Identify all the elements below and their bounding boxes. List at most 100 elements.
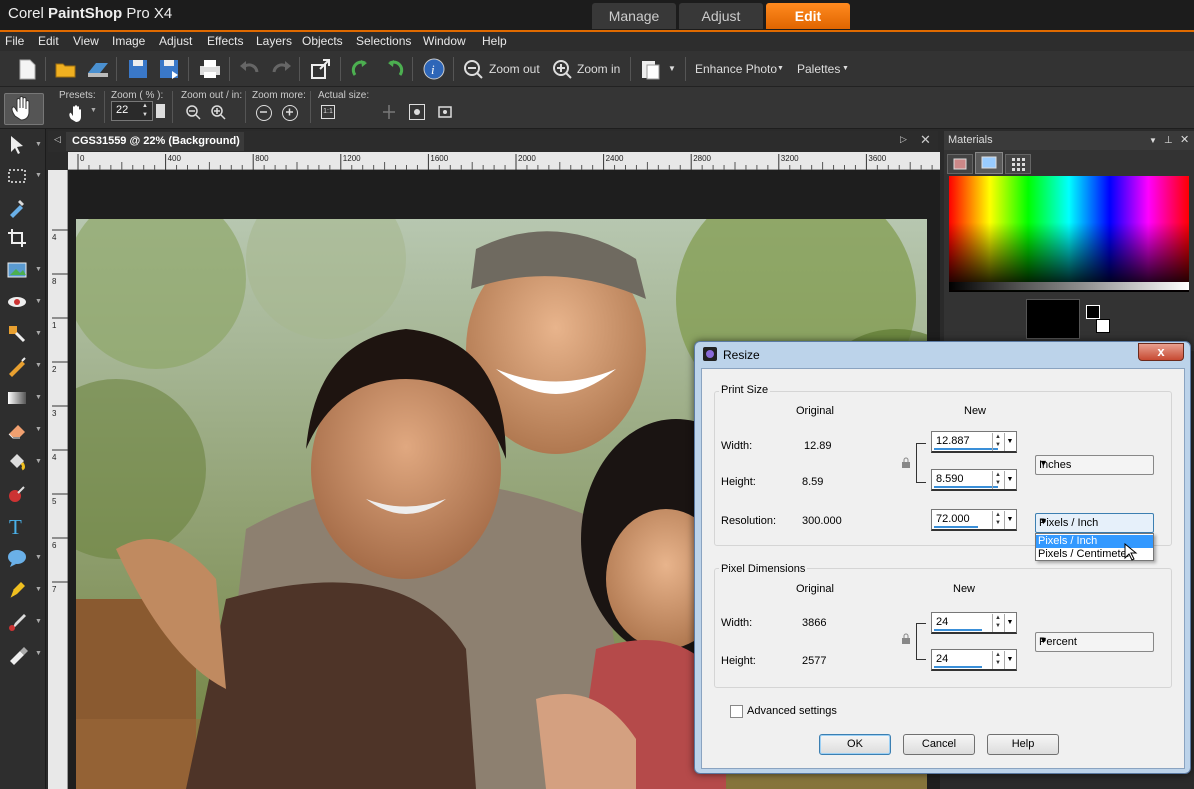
menu-window[interactable]: Window xyxy=(423,34,466,48)
zoom-more-out-icon[interactable] xyxy=(256,105,272,121)
pixel-width-input[interactable]: 24 ▲ ▼ ▼ xyxy=(931,612,1017,634)
zoom-more-in-icon[interactable] xyxy=(282,105,298,121)
foreground-small-swatch[interactable] xyxy=(1086,305,1100,319)
palettes-menu[interactable]: Palettes xyxy=(797,62,840,76)
pixel-height-input[interactable]: 24 ▲ ▼ ▼ xyxy=(931,649,1017,671)
selection-tool-icon[interactable] xyxy=(6,165,28,187)
menu-help[interactable]: Help xyxy=(482,34,507,48)
close-button[interactable]: x xyxy=(1138,343,1184,361)
menu-layers[interactable]: Layers xyxy=(256,34,292,48)
preset-hand-icon[interactable] xyxy=(66,104,90,122)
save-icon[interactable] xyxy=(125,57,151,81)
rotate-right-icon[interactable] xyxy=(380,57,406,81)
clone-brush-icon[interactable] xyxy=(6,323,28,345)
menu-view[interactable]: View xyxy=(73,34,99,48)
zoom-in-label[interactable]: Zoom in xyxy=(577,62,620,76)
chevron-down-icon: ▼ xyxy=(35,458,42,465)
menu-image[interactable]: Image xyxy=(112,34,145,48)
pen-tool-icon[interactable] xyxy=(6,579,28,601)
chevron-down-icon: ▼ xyxy=(35,298,42,305)
pin-icon[interactable]: ⊥ xyxy=(1164,131,1173,150)
menu-adjust[interactable]: Adjust xyxy=(159,34,192,48)
red-eye-icon[interactable] xyxy=(6,291,28,313)
resolution-units-dropdown[interactable]: Pixels / Inch ▼ xyxy=(1035,513,1154,533)
zoom-in-small-icon[interactable] xyxy=(210,104,226,123)
dropper-icon[interactable] xyxy=(6,196,28,218)
ok-button[interactable]: OK xyxy=(819,734,891,755)
open-folder-icon[interactable] xyxy=(53,57,79,81)
crop-tool-icon[interactable] xyxy=(6,227,28,249)
tab-scroll-left-icon[interactable]: ◁ xyxy=(54,134,61,145)
new-file-icon[interactable] xyxy=(14,57,40,81)
zoom-out-label[interactable]: Zoom out xyxy=(489,62,540,76)
app-title: Corel PaintShop Pro X4 xyxy=(8,5,173,22)
tab-edit[interactable]: Edit xyxy=(766,3,850,29)
shape-tool-icon[interactable] xyxy=(6,547,28,569)
tab-manage[interactable]: Manage xyxy=(592,3,676,29)
menu-file[interactable]: File xyxy=(5,34,24,48)
background-swatch[interactable] xyxy=(1096,319,1110,333)
fit-screen-icon[interactable] xyxy=(437,104,453,120)
print-units-dropdown[interactable]: Inches ▼ xyxy=(1035,455,1154,475)
close-icon[interactable]: ✕ xyxy=(1180,131,1189,150)
scan-icon[interactable] xyxy=(85,57,111,81)
chevron-down-icon[interactable]: ▼ xyxy=(668,64,676,73)
print-height-input[interactable]: 8.590 ▲ ▼ ▼ xyxy=(931,469,1017,491)
frame-tab-icon[interactable] xyxy=(947,154,973,174)
pick-tool-icon[interactable] xyxy=(6,134,28,156)
print-icon[interactable] xyxy=(197,57,223,81)
palette-menu-icon[interactable]: ▼ xyxy=(1149,131,1157,150)
resize-icon[interactable] xyxy=(308,57,334,81)
cancel-button[interactable]: Cancel xyxy=(903,734,975,755)
advanced-settings-checkbox[interactable] xyxy=(730,705,743,718)
info-icon[interactable]: i xyxy=(421,57,447,81)
straighten-tool-icon[interactable] xyxy=(6,259,28,281)
print-width-input[interactable]: 12.887 ▲ ▼ ▼ xyxy=(931,431,1017,453)
foreground-swatch[interactable] xyxy=(1026,299,1080,339)
separator xyxy=(245,91,246,123)
dodge-tool-icon[interactable] xyxy=(6,355,28,377)
lock-icon[interactable] xyxy=(900,457,912,469)
separator xyxy=(45,57,46,81)
fit-window-icon[interactable] xyxy=(409,104,425,120)
pan-tool-active[interactable] xyxy=(4,93,44,125)
close-document-icon[interactable]: ✕ xyxy=(920,132,931,148)
zoom-out-small-icon[interactable] xyxy=(185,104,201,123)
help-button[interactable]: Help xyxy=(987,734,1059,755)
tab-scroll-right-icon[interactable]: ▷ xyxy=(900,134,907,145)
art-brush-icon[interactable] xyxy=(6,611,28,633)
zoom-slider-button[interactable] xyxy=(156,104,165,118)
pixel-units-dropdown[interactable]: Percent ▼ xyxy=(1035,632,1154,652)
color-spectrum[interactable] xyxy=(949,176,1189,292)
advanced-settings-label[interactable]: Advanced settings xyxy=(747,705,837,717)
zoom-in-icon[interactable] xyxy=(550,57,576,81)
spectrum-tab-icon[interactable] xyxy=(975,152,1003,174)
smudge-tool-icon[interactable] xyxy=(6,643,28,665)
lock-icon[interactable] xyxy=(900,633,912,645)
rotate-left-icon[interactable] xyxy=(349,57,375,81)
enhance-photo-menu[interactable]: Enhance Photo xyxy=(695,62,777,76)
swatches-tab-icon[interactable] xyxy=(1005,154,1031,174)
ruler-tick-label: 400 xyxy=(168,154,182,163)
zoom-out-icon[interactable] xyxy=(461,57,487,81)
grey-strip[interactable] xyxy=(949,282,1189,290)
menu-selections[interactable]: Selections xyxy=(356,34,411,48)
document-tab[interactable]: CGS31559 @ 22% (Background) xyxy=(66,132,244,151)
undo-icon[interactable] xyxy=(237,57,263,81)
flood-fill-icon[interactable] xyxy=(6,451,28,473)
gradient-icon[interactable] xyxy=(6,387,28,409)
actual-size-icon[interactable]: 1:1 xyxy=(321,105,335,119)
menu-edit[interactable]: Edit xyxy=(38,34,59,48)
save-as-icon[interactable] xyxy=(156,57,182,81)
resolution-input[interactable]: 72.000 ▲ ▼ ▼ xyxy=(931,509,1017,531)
menu-effects[interactable]: Effects xyxy=(207,34,243,48)
eraser-icon[interactable] xyxy=(6,419,28,441)
zoom-percent-input[interactable]: 22 ▲ ▼ xyxy=(111,101,153,121)
presets-label: Presets: xyxy=(59,90,96,101)
tab-adjust[interactable]: Adjust xyxy=(679,3,763,29)
redo-icon[interactable] xyxy=(268,57,294,81)
picture-tube-icon[interactable] xyxy=(6,483,28,505)
text-tool-icon[interactable]: T xyxy=(6,515,28,539)
menu-objects[interactable]: Objects xyxy=(302,34,343,48)
clipboard-icon[interactable] xyxy=(638,57,664,81)
